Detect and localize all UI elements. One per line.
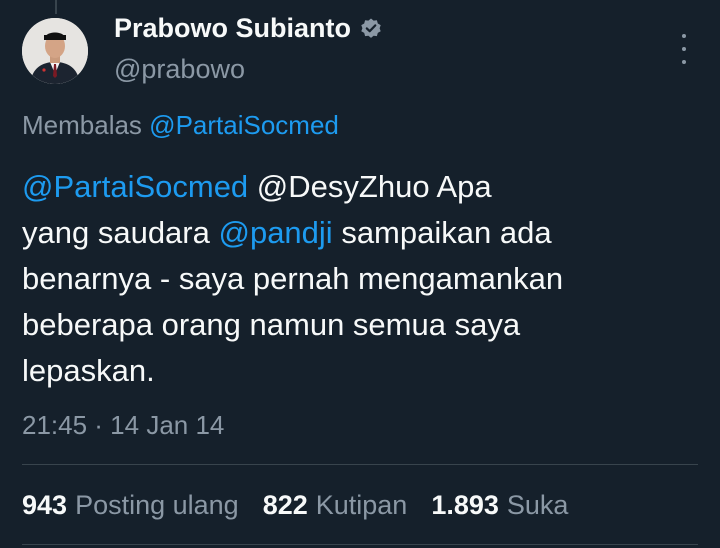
quotes-count: 822: [262, 490, 308, 520]
reposts-label: Posting ulang: [75, 490, 239, 520]
quotes-label: Kutipan: [315, 490, 408, 520]
divider: [22, 544, 698, 545]
thread-connector-line: [55, 0, 57, 14]
tweet-text-segment: yang saudara: [22, 215, 219, 250]
mention-pandji[interactable]: @pandji: [218, 215, 332, 250]
tweet-text-segment: sampaikan ada: [332, 215, 552, 250]
likes-count: 1.893: [431, 490, 499, 520]
reply-prefix: Membalas: [22, 110, 142, 140]
more-options-icon[interactable]: [676, 34, 692, 64]
likes-label: Suka: [506, 490, 569, 520]
tweet-line-5: lepaskan.: [22, 353, 155, 388]
reposts-stat[interactable]: 943 Posting ulang: [22, 490, 239, 521]
reply-context: Membalas @PartaiSocmed: [22, 110, 339, 141]
tweet-timestamp[interactable]: 21:45 · 14 Jan 14: [22, 410, 224, 441]
tweet-line-2: yang saudara @pandji sampaikan ada: [22, 210, 698, 256]
author-name[interactable]: Prabowo Subianto: [114, 13, 351, 44]
author-handle[interactable]: @prabowo: [114, 54, 245, 85]
likes-stat[interactable]: 1.893 Suka: [431, 490, 568, 521]
reposts-count: 943: [22, 490, 68, 520]
engagement-stats: 943 Posting ulang 822 Kutipan 1.893 Suka: [22, 490, 592, 521]
tweet-line-1: @PartaiSocmed @DesyZhuo Apa: [22, 164, 698, 210]
mention-partaisocmed[interactable]: @PartaiSocmed: [22, 169, 248, 204]
tweet-text: @PartaiSocmed @DesyZhuo Apa yang saudara…: [22, 164, 698, 394]
avatar[interactable]: [22, 18, 88, 84]
verified-badge-icon: [359, 17, 383, 41]
tweet-line-4: beberapa orang namun semua saya: [22, 307, 521, 342]
divider: [22, 464, 698, 465]
avatar-image: [22, 18, 88, 84]
tweet-line-3: benarnya - saya pernah mengamankan: [22, 261, 564, 296]
reply-to-mention[interactable]: @PartaiSocmed: [149, 110, 339, 140]
author-name-row[interactable]: Prabowo Subianto: [114, 13, 383, 44]
tweet-text-segment: @DesyZhuo Apa: [248, 169, 492, 204]
quotes-stat[interactable]: 822 Kutipan: [263, 490, 408, 521]
